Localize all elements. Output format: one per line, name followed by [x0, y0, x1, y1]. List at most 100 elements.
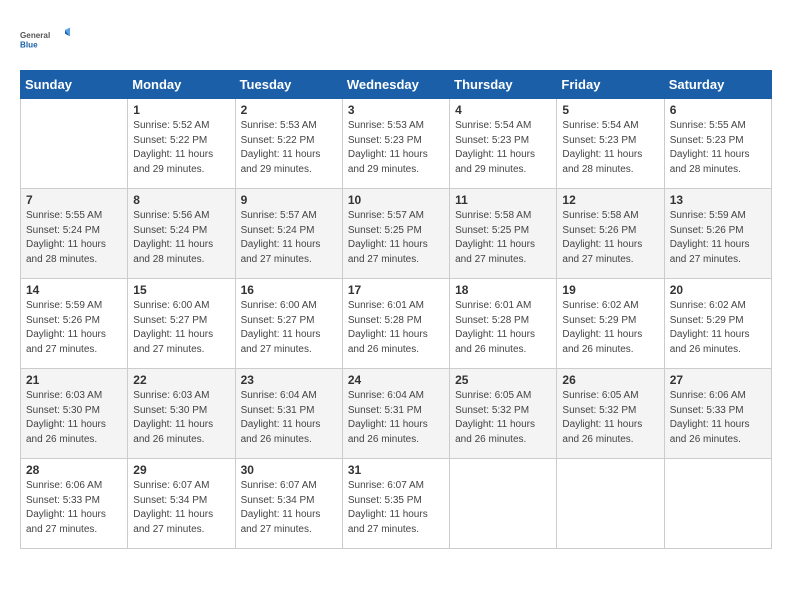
- day-number: 8: [133, 193, 229, 207]
- day-info: Sunrise: 6:03 AMSunset: 5:30 PMDaylight:…: [26, 389, 122, 447]
- day-cell: 17Sunrise: 6:01 AMSunset: 5:28 PMDayligh…: [342, 279, 449, 369]
- day-number: 31: [348, 463, 444, 477]
- day-cell: 31 Sunrise: 6:07 AMSunset: 5:35 PMDayligh…: [342, 459, 449, 549]
- day-number: 30: [241, 463, 337, 477]
- day-cell: 1 Sunrise: 5:52 AMSunset: 5:22 PMDaylight…: [128, 99, 235, 189]
- day-cell: 8 Sunrise: 5:56 AMSunset: 5:24 PMDaylight…: [128, 189, 235, 279]
- header-friday: Friday: [557, 71, 664, 99]
- day-info: Sunrise: 5:53 AMSunset: 5:23 PMDaylight:…: [348, 119, 444, 177]
- day-cell: 27 Sunrise: 6:06 AMSunset: 5:33 PMDayligh…: [664, 369, 771, 459]
- day-cell: [557, 459, 664, 549]
- day-info: Sunrise: 5:55 AMSunset: 5:24 PMDaylight:…: [26, 209, 122, 267]
- day-number: 28: [26, 463, 122, 477]
- day-info: Sunrise: 5:52 AMSunset: 5:22 PMDaylight:…: [133, 119, 229, 177]
- day-info: Sunrise: 5:56 AMSunset: 5:24 PMDaylight:…: [133, 209, 229, 267]
- day-cell: 13 Sunrise: 5:59 AMSunset: 5:26 PMDayligh…: [664, 189, 771, 279]
- day-cell: 25Sunrise: 6:05 AMSunset: 5:32 PMDayligh…: [450, 369, 557, 459]
- week-row-1: 1 Sunrise: 5:52 AMSunset: 5:22 PMDaylight…: [21, 99, 772, 189]
- header-saturday: Saturday: [664, 71, 771, 99]
- day-info: Sunrise: 6:04 AMSunset: 5:31 PMDaylight:…: [348, 389, 444, 447]
- day-cell: 18 Sunrise: 6:01 AMSunset: 5:28 PMDayligh…: [450, 279, 557, 369]
- day-cell: [450, 459, 557, 549]
- day-info: Sunrise: 6:06 AMSunset: 5:33 PMDaylight:…: [670, 389, 766, 447]
- day-number: 13: [670, 193, 766, 207]
- day-cell: 3 Sunrise: 5:53 AMSunset: 5:23 PMDaylight…: [342, 99, 449, 189]
- day-cell: 4 Sunrise: 5:54 AMSunset: 5:23 PMDaylight…: [450, 99, 557, 189]
- logo-svg: General Blue: [20, 20, 70, 60]
- day-info: Sunrise: 5:54 AMSunset: 5:23 PMDaylight:…: [455, 119, 551, 177]
- day-number: 3: [348, 103, 444, 117]
- day-number: 18: [455, 283, 551, 297]
- day-cell: 14Sunrise: 5:59 AMSunset: 5:26 PMDayligh…: [21, 279, 128, 369]
- week-row-4: 21Sunrise: 6:03 AMSunset: 5:30 PMDayligh…: [21, 369, 772, 459]
- day-info: Sunrise: 5:57 AMSunset: 5:25 PMDaylight:…: [348, 209, 444, 267]
- day-info: Sunrise: 6:00 AMSunset: 5:27 PMDaylight:…: [133, 299, 229, 357]
- day-number: 20: [670, 283, 766, 297]
- day-cell: 30Sunrise: 6:07 AMSunset: 5:34 PMDayligh…: [235, 459, 342, 549]
- day-info: Sunrise: 6:03 AMSunset: 5:30 PMDaylight:…: [133, 389, 229, 447]
- day-info: Sunrise: 5:59 AMSunset: 5:26 PMDaylight:…: [26, 299, 122, 357]
- header-monday: Monday: [128, 71, 235, 99]
- day-number: 1: [133, 103, 229, 117]
- day-number: 4: [455, 103, 551, 117]
- day-cell: 23Sunrise: 6:04 AMSunset: 5:31 PMDayligh…: [235, 369, 342, 459]
- day-number: 27: [670, 373, 766, 387]
- day-info: Sunrise: 5:58 AMSunset: 5:25 PMDaylight:…: [455, 209, 551, 267]
- day-info: Sunrise: 5:57 AMSunset: 5:24 PMDaylight:…: [241, 209, 337, 267]
- day-number: 15: [133, 283, 229, 297]
- day-info: Sunrise: 6:05 AMSunset: 5:32 PMDaylight:…: [455, 389, 551, 447]
- days-header-row: Sunday Monday Tuesday Wednesday Thursday…: [21, 71, 772, 99]
- day-cell: 11Sunrise: 5:58 AMSunset: 5:25 PMDayligh…: [450, 189, 557, 279]
- day-number: 10: [348, 193, 444, 207]
- day-info: Sunrise: 6:01 AMSunset: 5:28 PMDaylight:…: [455, 299, 551, 357]
- day-info: Sunrise: 6:06 AMSunset: 5:33 PMDaylight:…: [26, 479, 122, 537]
- day-cell: 5 Sunrise: 5:54 AMSunset: 5:23 PMDaylight…: [557, 99, 664, 189]
- day-number: 29: [133, 463, 229, 477]
- day-cell: 21Sunrise: 6:03 AMSunset: 5:30 PMDayligh…: [21, 369, 128, 459]
- day-cell: 26Sunrise: 6:05 AMSunset: 5:32 PMDayligh…: [557, 369, 664, 459]
- day-cell: 6Sunrise: 5:55 AMSunset: 5:23 PMDaylight…: [664, 99, 771, 189]
- header-sunday: Sunday: [21, 71, 128, 99]
- day-number: 22: [133, 373, 229, 387]
- svg-text:Blue: Blue: [20, 41, 38, 50]
- header: General Blue: [20, 20, 772, 60]
- svg-text:General: General: [20, 31, 50, 40]
- day-cell: 10 Sunrise: 5:57 AMSunset: 5:25 PMDayligh…: [342, 189, 449, 279]
- week-row-2: 7 Sunrise: 5:55 AMSunset: 5:24 PMDaylight…: [21, 189, 772, 279]
- header-tuesday: Tuesday: [235, 71, 342, 99]
- day-info: Sunrise: 6:07 AMSunset: 5:35 PMDaylight:…: [348, 479, 444, 537]
- day-number: 26: [562, 373, 658, 387]
- day-cell: [21, 99, 128, 189]
- day-info: Sunrise: 5:55 AMSunset: 5:23 PMDaylight:…: [670, 119, 766, 177]
- calendar-table: Sunday Monday Tuesday Wednesday Thursday…: [20, 70, 772, 549]
- day-cell: 19 Sunrise: 6:02 AMSunset: 5:29 PMDayligh…: [557, 279, 664, 369]
- day-number: 24: [348, 373, 444, 387]
- day-cell: 9 Sunrise: 5:57 AMSunset: 5:24 PMDaylight…: [235, 189, 342, 279]
- day-cell: 16Sunrise: 6:00 AMSunset: 5:27 PMDayligh…: [235, 279, 342, 369]
- day-cell: 15 Sunrise: 6:00 AMSunset: 5:27 PMDayligh…: [128, 279, 235, 369]
- day-info: Sunrise: 6:04 AMSunset: 5:31 PMDaylight:…: [241, 389, 337, 447]
- day-info: Sunrise: 6:02 AMSunset: 5:29 PMDaylight:…: [562, 299, 658, 357]
- day-info: Sunrise: 5:53 AMSunset: 5:22 PMDaylight:…: [241, 119, 337, 177]
- day-info: Sunrise: 6:00 AMSunset: 5:27 PMDaylight:…: [241, 299, 337, 357]
- day-number: 2: [241, 103, 337, 117]
- day-number: 12: [562, 193, 658, 207]
- day-cell: 2 Sunrise: 5:53 AMSunset: 5:22 PMDaylight…: [235, 99, 342, 189]
- day-number: 19: [562, 283, 658, 297]
- day-cell: 24 Sunrise: 6:04 AMSunset: 5:31 PMDayligh…: [342, 369, 449, 459]
- day-info: Sunrise: 5:58 AMSunset: 5:26 PMDaylight:…: [562, 209, 658, 267]
- day-cell: 28 Sunrise: 6:06 AMSunset: 5:33 PMDayligh…: [21, 459, 128, 549]
- header-wednesday: Wednesday: [342, 71, 449, 99]
- day-number: 7: [26, 193, 122, 207]
- calendar-body: 1 Sunrise: 5:52 AMSunset: 5:22 PMDaylight…: [21, 99, 772, 549]
- day-info: Sunrise: 5:59 AMSunset: 5:26 PMDaylight:…: [670, 209, 766, 267]
- day-cell: 22 Sunrise: 6:03 AMSunset: 5:30 PMDayligh…: [128, 369, 235, 459]
- day-number: 9: [241, 193, 337, 207]
- day-info: Sunrise: 6:01 AMSunset: 5:28 PMDaylight:…: [348, 299, 444, 357]
- day-cell: 20Sunrise: 6:02 AMSunset: 5:29 PMDayligh…: [664, 279, 771, 369]
- day-cell: 7 Sunrise: 5:55 AMSunset: 5:24 PMDaylight…: [21, 189, 128, 279]
- day-info: Sunrise: 6:07 AMSunset: 5:34 PMDaylight:…: [133, 479, 229, 537]
- day-number: 5: [562, 103, 658, 117]
- day-info: Sunrise: 5:54 AMSunset: 5:23 PMDaylight:…: [562, 119, 658, 177]
- week-row-5: 28 Sunrise: 6:06 AMSunset: 5:33 PMDayligh…: [21, 459, 772, 549]
